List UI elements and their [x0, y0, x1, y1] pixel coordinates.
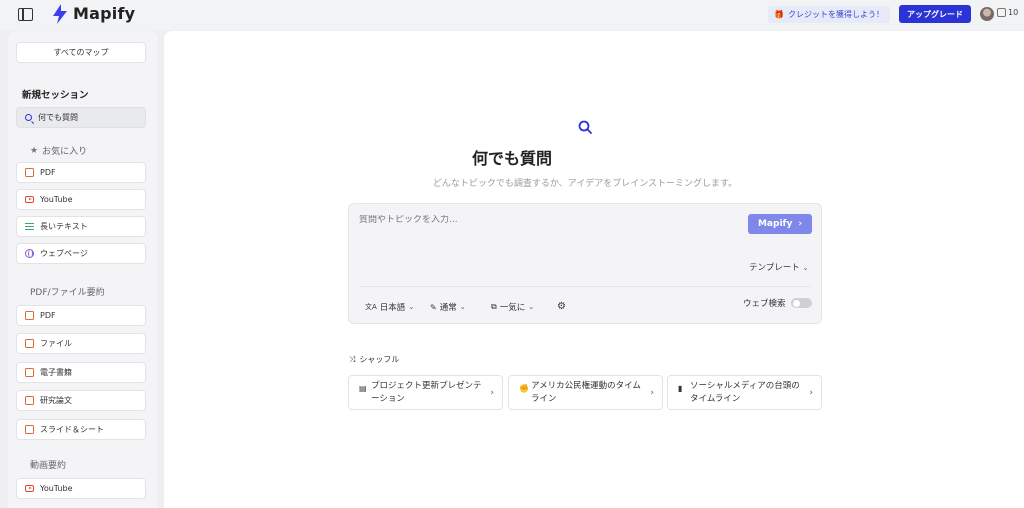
sidebar-item-label: 長いテキスト	[40, 222, 88, 231]
translate-icon: 文A	[365, 303, 377, 311]
generation-dropdown[interactable]: ⧉ 一気に ⌄	[491, 301, 534, 313]
suggestion-text: タイムライン	[690, 394, 741, 404]
chevron-down-icon: ⌄	[459, 303, 466, 311]
file-icon	[25, 339, 34, 348]
avatar[interactable]	[980, 7, 994, 21]
page-subtitle: どんなトピックでも調査するか、アイデアをブレインストーミングします。	[432, 179, 738, 189]
chevron-down-icon: ⌄	[408, 303, 415, 311]
suggestion-text: ーション	[371, 394, 405, 404]
chevron-right-icon: ›	[650, 388, 654, 398]
fist-icon: ✊	[519, 384, 529, 393]
sidebar-item-ask-anything[interactable]: 何でも質問	[16, 107, 146, 128]
mode-label: 通常	[439, 303, 457, 313]
template-dropdown-label: テンプレート	[749, 263, 800, 273]
sidebar-item-fav-webpage[interactable]: ウェブページ	[16, 243, 146, 264]
mapify-submit-button[interactable]: Mapify ›	[748, 214, 812, 234]
sidebar-item-video-youtube[interactable]: YouTube	[16, 478, 146, 499]
earn-credits-button[interactable]: 🎁 クレジットを獲得しよう！	[768, 6, 890, 23]
sidebar-item-label: YouTube	[40, 484, 73, 493]
gift-icon: 🎁	[774, 10, 784, 19]
sidebar-item-label: YouTube	[40, 195, 73, 204]
logo-text[interactable]: Mapify	[73, 4, 135, 23]
lightning-logo-icon	[53, 4, 67, 24]
suggestion-text: ライン	[531, 394, 557, 404]
sidebar-item-label: スライド＆シート	[40, 425, 104, 434]
mode-icon: ✎	[430, 302, 437, 312]
shuffle-icon: ⤨	[349, 354, 356, 364]
sidebar-item-label: 研究論文	[40, 396, 72, 405]
paper-icon	[25, 396, 34, 405]
web-search-label: ウェブ検索	[743, 299, 786, 309]
language-dropdown[interactable]: 文A 日本語 ⌄	[365, 301, 414, 313]
chevron-right-icon: ›	[798, 219, 803, 229]
suggestion-text: プロジェクト更新プレゼンテ	[371, 381, 482, 391]
sidebar-item-file[interactable]: ファイル	[16, 333, 146, 354]
template-dropdown[interactable]: テンプレート ⌄	[749, 261, 808, 273]
divider	[359, 286, 811, 287]
sidebar-item-research-paper[interactable]: 研究論文	[16, 390, 146, 411]
chevron-down-icon: ⌄	[802, 264, 809, 272]
suggestion-card[interactable]: ▤ プロジェクト更新プレゼンテ ーション ›	[348, 375, 503, 410]
document-icon: ▤	[359, 384, 367, 393]
chevron-right-icon: ›	[809, 388, 813, 398]
suggestion-text: ソーシャルメディアの台頭の	[690, 381, 800, 391]
mapify-submit-label: Mapify	[757, 219, 793, 229]
chevron-down-icon: ⌄	[528, 303, 535, 311]
upgrade-button[interactable]: アップグレード	[899, 5, 971, 23]
sidebar-toggle-icon[interactable]	[18, 8, 33, 21]
web-search-toggle[interactable]	[791, 298, 812, 308]
earn-credits-label: クレジットを獲得しよう！	[787, 10, 884, 19]
suggestion-card[interactable]: ▮ ソーシャルメディアの台頭の タイムライン ›	[667, 375, 822, 410]
pdf-section-heading: PDF/ファイル要約	[30, 288, 105, 298]
ebook-icon	[25, 368, 34, 377]
credit-icon	[997, 8, 1006, 17]
pdf-icon	[25, 311, 34, 320]
suggestion-text: アメリカ公民権運動のタイム	[531, 381, 641, 391]
search-icon	[25, 114, 32, 121]
globe-icon	[25, 249, 34, 258]
search-icon	[578, 120, 592, 134]
shuffle-label: シャッフル	[359, 355, 400, 364]
slides-icon	[25, 425, 34, 434]
suggestion-card[interactable]: ✊ アメリカ公民権運動のタイム ライン ›	[508, 375, 663, 410]
youtube-icon	[25, 485, 34, 492]
sidebar-item-fav-youtube[interactable]: YouTube	[16, 189, 146, 210]
sidebar-item-label: ファイル	[40, 339, 72, 348]
youtube-icon	[25, 196, 34, 203]
topic-input[interactable]	[359, 215, 729, 225]
phone-icon: ▮	[678, 384, 683, 393]
new-session-heading: 新規セッション	[22, 90, 89, 101]
sidebar-item-pdf[interactable]: PDF	[16, 305, 146, 326]
settings-icon[interactable]: ⚙	[557, 301, 566, 312]
sidebar-item-label: PDF	[40, 311, 56, 320]
sidebar-item-ebook[interactable]: 電子書籍	[16, 362, 146, 383]
mode-dropdown[interactable]: ✎ 通常 ⌄	[430, 301, 466, 314]
sidebar-item-label: ウェブページ	[40, 249, 88, 258]
prompt-card: Mapify › テンプレート ⌄ 文A 日本語 ⌄ ✎ 通常 ⌄ ⧉ 一気に …	[348, 203, 822, 324]
shuffle-button[interactable]: ⤨ シャッフル	[349, 354, 399, 365]
video-section-heading: 動画要約	[30, 461, 67, 471]
generation-label: 一気に	[499, 303, 526, 313]
all-maps-button[interactable]: すべてのマップ	[16, 42, 146, 63]
top-bar: Mapify 🎁 クレジットを獲得しよう！ アップグレード 10	[0, 0, 1024, 30]
sidebar-item-fav-long-text[interactable]: 長いテキスト	[16, 216, 146, 237]
sidebar-item-slides[interactable]: スライド＆シート	[16, 419, 146, 440]
chevron-right-icon: ›	[490, 388, 494, 398]
sidebar-item-label: 電子書籍	[40, 368, 72, 377]
credit-count-value: 10	[1008, 8, 1019, 17]
credit-count[interactable]: 10	[997, 8, 1018, 17]
language-label: 日本語	[379, 303, 406, 313]
page-title: 何でも質問	[471, 149, 552, 168]
layers-icon: ⧉	[491, 302, 497, 311]
long-text-icon	[25, 223, 34, 230]
sidebar-item-label: 何でも質問	[38, 113, 78, 122]
